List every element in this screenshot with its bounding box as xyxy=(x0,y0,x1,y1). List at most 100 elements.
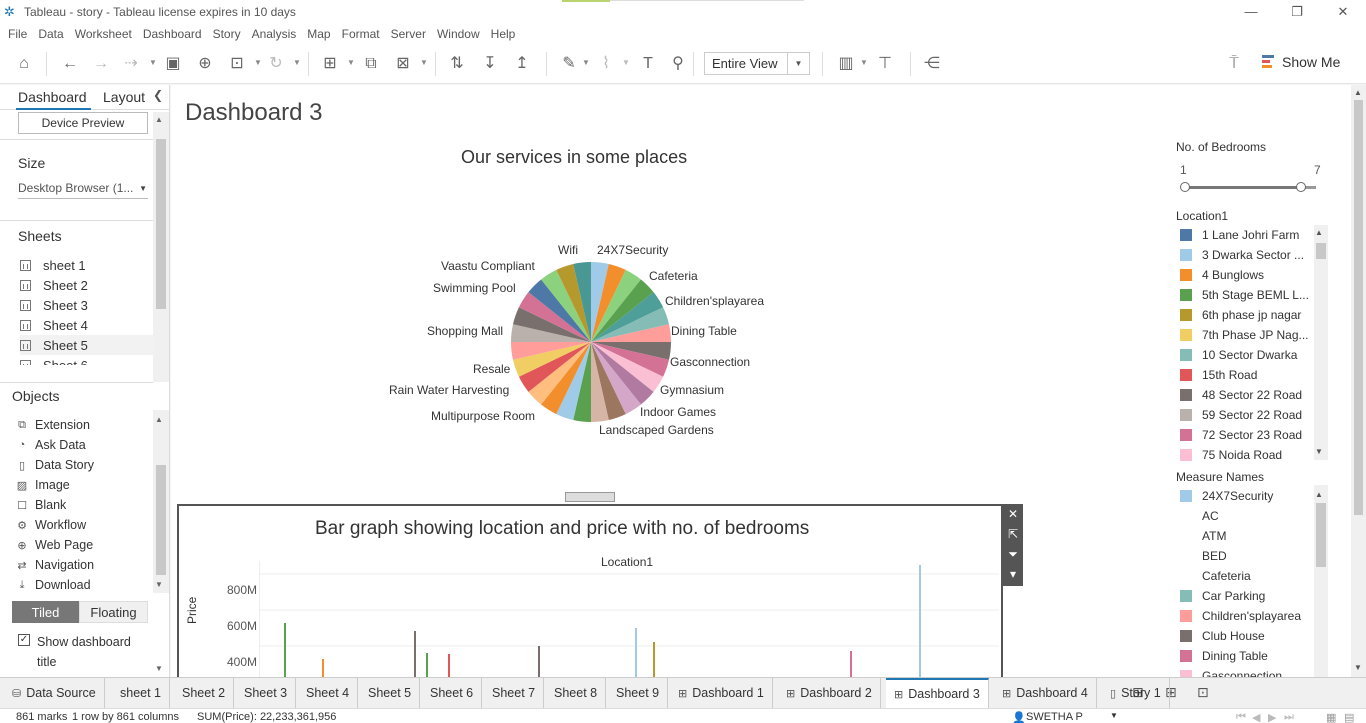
last-page-icon[interactable]: ⏭ xyxy=(1284,711,1294,723)
slider-min-handle[interactable] xyxy=(1180,182,1190,192)
tab-sheet-5[interactable]: Sheet 5 xyxy=(360,678,421,708)
fit-select[interactable]: Entire View ▼ xyxy=(704,52,810,75)
resize-handle[interactable] xyxy=(565,492,615,502)
legend-item[interactable]: 7th Phase JP Nag... xyxy=(1180,325,1310,345)
legend-item[interactable]: 24X7Security xyxy=(1180,486,1310,506)
tiled-button[interactable]: Tiled xyxy=(12,601,79,623)
tab-layout[interactable]: Layout xyxy=(103,89,145,105)
remove-icon[interactable]: ✕ xyxy=(1003,504,1023,524)
list-view-icon[interactable]: ▤ xyxy=(1344,711,1354,723)
first-page-icon[interactable]: ⏮ xyxy=(1236,711,1246,723)
tab-dashboard-2[interactable]: ⊞ Dashboard 2 xyxy=(778,678,881,708)
sheet-item[interactable]: Sheet 4 xyxy=(20,315,153,335)
slider-max-handle[interactable] xyxy=(1296,182,1306,192)
new-data-source-icon[interactable]: ⊕ xyxy=(195,54,215,74)
tab-dashboard-4[interactable]: ⊞ Dashboard 4 xyxy=(994,678,1097,708)
sort-descending-icon[interactable]: ↥ xyxy=(512,54,532,74)
object-item[interactable]: ▯ Data Story xyxy=(16,455,94,475)
scroll-up-icon[interactable]: ▲ xyxy=(1315,228,1323,237)
tab-sheet-6[interactable]: Sheet 6 xyxy=(422,678,483,708)
legend-item[interactable]: Car Parking xyxy=(1180,586,1310,606)
device-preview-button[interactable]: Device Preview xyxy=(18,112,148,134)
tab-sheet-1[interactable]: sheet 1 xyxy=(112,678,171,708)
legend-item[interactable]: 72 Sector 23 Road xyxy=(1180,425,1310,445)
refresh-icon[interactable]: ↻ xyxy=(266,54,286,74)
object-item[interactable]: ⧉ Extension xyxy=(16,415,90,435)
show-me-button[interactable]: Show Me xyxy=(1262,54,1340,70)
chevron-down-icon[interactable]: ▼ xyxy=(787,53,809,74)
legend-item[interactable]: 15th Road xyxy=(1180,365,1310,385)
close-icon[interactable]: ✕ xyxy=(1320,0,1366,23)
bar[interactable] xyxy=(919,565,921,677)
object-item[interactable]: ⇄ Navigation xyxy=(16,555,94,575)
menu-help[interactable]: Help xyxy=(487,27,523,41)
user-menu[interactable]: 👤 SWETHA P ▼ xyxy=(1004,710,1122,723)
bar[interactable] xyxy=(414,631,416,677)
legend-item[interactable]: AC xyxy=(1180,506,1310,526)
menu-format[interactable]: Format xyxy=(338,27,387,41)
legend-scrollbar[interactable] xyxy=(1314,485,1328,677)
prev-page-icon[interactable]: ◀ xyxy=(1252,711,1260,723)
menu-server[interactable]: Server xyxy=(387,27,433,41)
legend-item[interactable]: Club House xyxy=(1180,626,1310,646)
scroll-down-icon[interactable]: ▼ xyxy=(1354,663,1362,672)
scroll-down-icon[interactable]: ▼ xyxy=(155,664,163,673)
scroll-up-icon[interactable]: ▲ xyxy=(155,115,163,124)
tab-sheet-8[interactable]: Sheet 8 xyxy=(546,678,607,708)
legend-item[interactable]: 10 Sector Dwarka xyxy=(1180,345,1310,365)
show-title-checkbox[interactable]: ✓ xyxy=(18,634,30,646)
tab-data-source[interactable]: ⛁ Data Source xyxy=(4,678,105,708)
tab-dashboard-1[interactable]: ⊞ Dashboard 1 xyxy=(670,678,773,708)
object-item[interactable]: ☐ Blank xyxy=(16,495,66,515)
object-item[interactable]: ◔ Ask Data xyxy=(16,435,86,455)
undo-icon[interactable]: ← xyxy=(60,54,80,74)
scroll-up-icon[interactable]: ▲ xyxy=(1315,490,1323,499)
home-icon[interactable]: ⌂ xyxy=(14,54,34,74)
legend-item[interactable]: Cafeteria xyxy=(1180,566,1310,586)
highlight-icon[interactable]: ✎ xyxy=(559,54,579,74)
replay-icon[interactable]: ⇢ xyxy=(121,54,141,74)
legend-item[interactable]: 59 Sector 22 Road xyxy=(1180,405,1310,425)
size-select[interactable]: Desktop Browser (1... ▼ xyxy=(18,181,148,199)
presentation-icon[interactable]: ⊤ xyxy=(875,54,895,74)
bar[interactable] xyxy=(653,642,655,677)
pause-updates-icon[interactable]: ⊡ xyxy=(227,54,247,74)
pie-chart[interactable] xyxy=(509,260,673,424)
bar[interactable] xyxy=(538,646,540,677)
menu-worksheet[interactable]: Worksheet xyxy=(71,27,139,41)
menu-data[interactable]: Data xyxy=(34,27,70,41)
redo-icon[interactable]: → xyxy=(91,54,111,74)
clear-icon[interactable]: ⊠ xyxy=(393,54,413,74)
legend-item[interactable]: BED xyxy=(1180,546,1310,566)
next-page-icon[interactable]: ▶ xyxy=(1268,711,1276,723)
legend-item[interactable]: Children'splayarea xyxy=(1180,606,1310,626)
legend-item[interactable]: 6th phase jp nagar xyxy=(1180,305,1310,325)
menu-story[interactable]: Story xyxy=(209,27,248,41)
cards-icon[interactable]: ▥ xyxy=(836,54,856,74)
scroll-up-icon[interactable]: ▲ xyxy=(155,415,163,424)
grid-view-icon[interactable]: ▦ xyxy=(1326,711,1336,723)
filter-icon[interactable]: ⏷ xyxy=(1003,544,1023,564)
menu-window[interactable]: Window xyxy=(433,27,487,41)
tab-sheet-7[interactable]: Sheet 7 xyxy=(484,678,545,708)
bar[interactable] xyxy=(322,659,324,677)
pane-scrollbar[interactable] xyxy=(153,112,169,382)
legend-item[interactable]: 1 Lane Johri Farm xyxy=(1180,225,1310,245)
menu-analysis[interactable]: Analysis xyxy=(248,27,304,41)
object-item[interactable]: ⊕ Web Page xyxy=(16,535,93,555)
bar[interactable] xyxy=(448,654,450,677)
tab-sheet-3[interactable]: Sheet 3 xyxy=(236,678,297,708)
go-to-sheet-icon[interactable]: ⇱ xyxy=(1003,524,1023,544)
bar[interactable] xyxy=(284,623,286,677)
bar[interactable] xyxy=(850,651,852,677)
bar[interactable] xyxy=(635,628,637,677)
collapse-icon[interactable]: ❮ xyxy=(153,88,163,102)
scroll-up-icon[interactable]: ▲ xyxy=(1354,88,1362,97)
bar-chart-panel[interactable]: Bar graph showing location and price wit… xyxy=(177,504,1003,677)
save-icon[interactable]: ▣ xyxy=(163,54,183,74)
tab-dashboard[interactable]: Dashboard xyxy=(16,89,90,110)
bar-chart[interactable] xyxy=(259,561,999,677)
new-story-tab-icon[interactable]: ⊡ xyxy=(1197,684,1209,701)
tab-dashboard-3[interactable]: ⊞ Dashboard 3 xyxy=(886,678,989,708)
menu-file[interactable]: File xyxy=(4,27,34,41)
